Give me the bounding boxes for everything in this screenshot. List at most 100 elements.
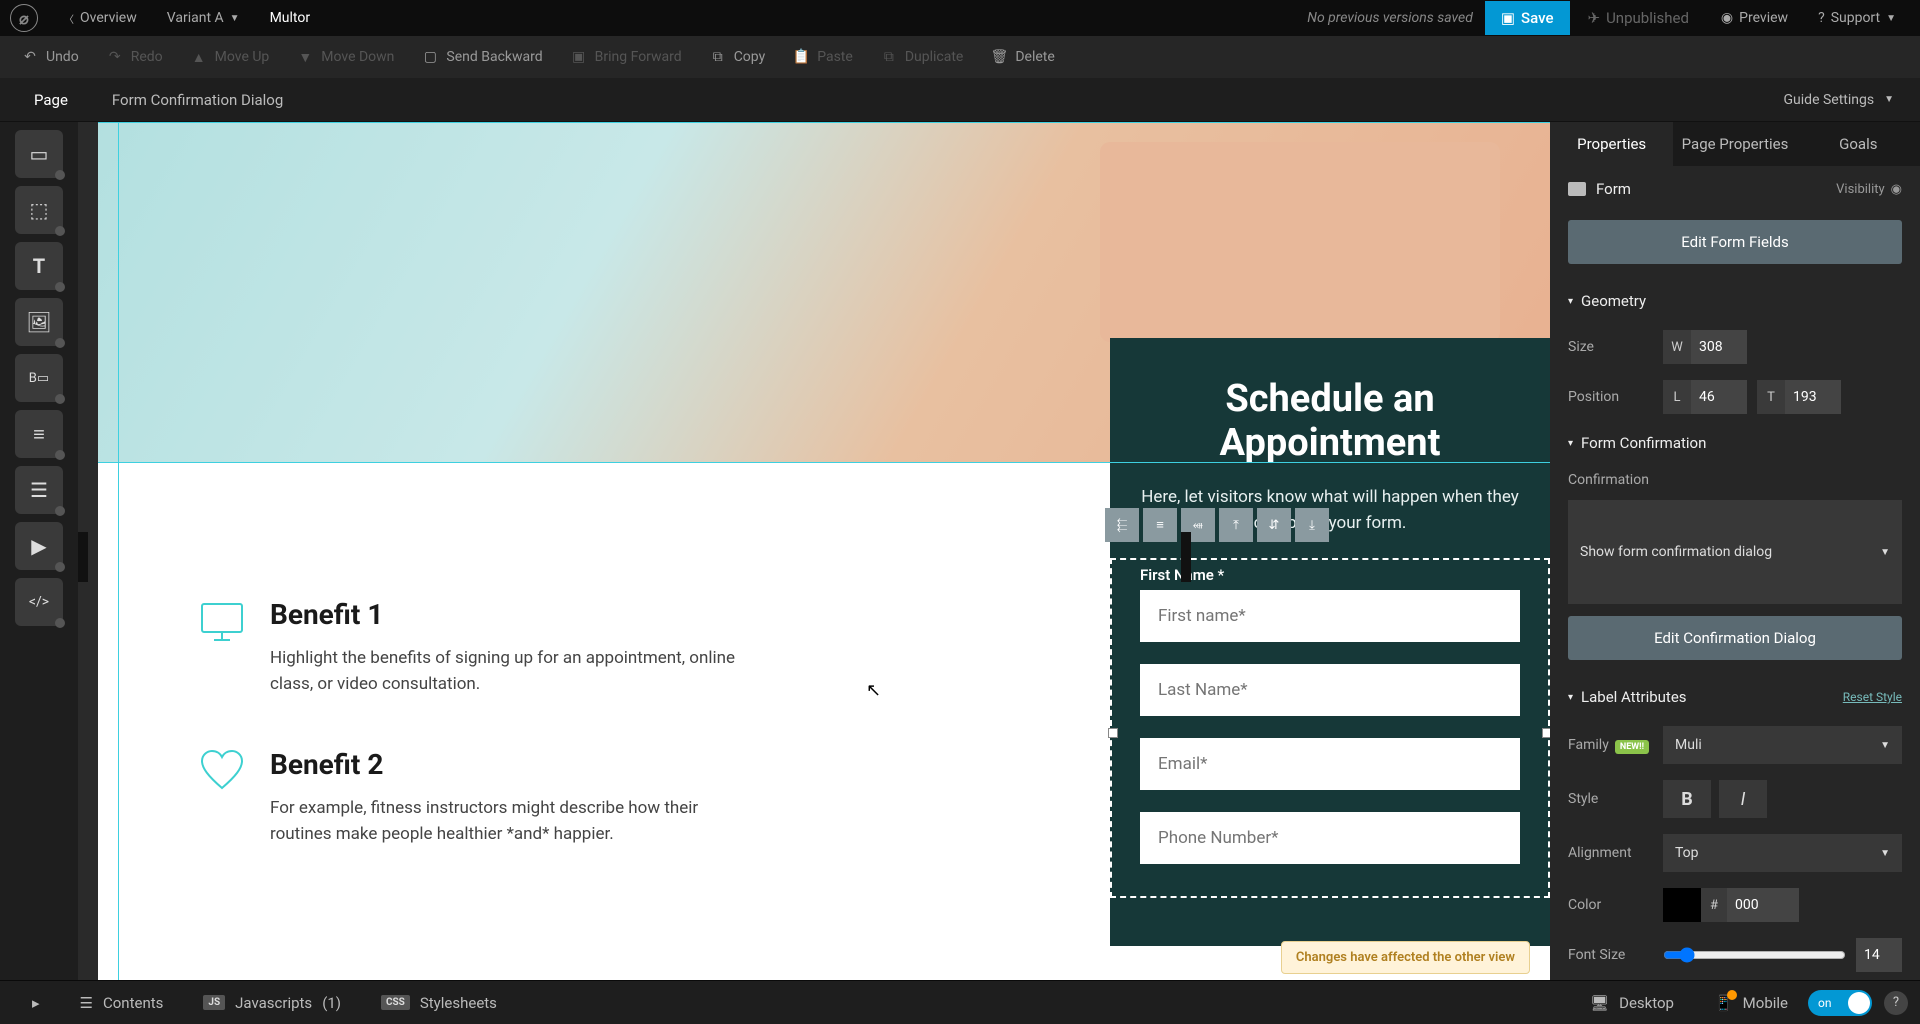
page-canvas[interactable]: Benefit 1 Highlight the benefits of sign… <box>98 122 1550 980</box>
js-badge-icon: JS <box>203 995 225 1010</box>
form-tool[interactable]: ≡ <box>15 410 63 458</box>
backward-icon: ▢ <box>422 49 438 65</box>
javascripts-button[interactable]: JSJavascripts (1) <box>183 986 361 1020</box>
form-element-icon <box>1568 182 1586 196</box>
image-tool[interactable]: 🖼 <box>15 298 63 346</box>
chevron-down-icon: ▼ <box>1886 13 1896 24</box>
move-up-button[interactable]: ▲Move Up <box>177 41 284 73</box>
undo-icon: ↶ <box>22 49 38 65</box>
html-tool[interactable]: </> <box>15 578 63 626</box>
button-tool[interactable]: B▭ <box>15 354 63 402</box>
label-attributes-section[interactable]: ▾Label AttributesReset Style <box>1550 676 1920 718</box>
contents-button[interactable]: ☰Contents <box>60 986 184 1020</box>
canvas-area[interactable]: Benefit 1 Highlight the benefits of sign… <box>78 122 1550 980</box>
toggle-knob <box>1848 992 1870 1014</box>
color-swatch[interactable] <box>1663 888 1701 922</box>
page-tab[interactable]: Page <box>12 81 90 119</box>
cursor-icon: ↖ <box>866 680 881 701</box>
stylesheets-button[interactable]: CSSStylesheets <box>361 986 517 1020</box>
left-edge-handle[interactable] <box>78 532 88 582</box>
top-input[interactable] <box>1785 380 1841 414</box>
content-left: Benefit 1 Highlight the benefits of sign… <box>198 598 738 897</box>
bold-button[interactable]: B <box>1663 780 1711 818</box>
redo-icon: ↷ <box>107 49 123 65</box>
tab-page-properties[interactable]: Page Properties <box>1673 122 1796 166</box>
move-down-button[interactable]: ▼Move Down <box>283 41 408 73</box>
desktop-view-button[interactable]: 🖥Desktop <box>1570 986 1694 1020</box>
italic-button[interactable]: I <box>1719 780 1767 818</box>
hash-prefix: # <box>1701 888 1727 922</box>
confirmation-type-select[interactable]: Show form confirmation dialog▼ <box>1568 500 1902 604</box>
copy-button[interactable]: ⧉Copy <box>696 41 780 73</box>
geometry-section[interactable]: ▾Geometry <box>1550 280 1920 322</box>
visibility-toggle[interactable]: Visibility◉ <box>1836 182 1902 197</box>
right-edge-handle[interactable] <box>1181 532 1191 582</box>
section-tool[interactable]: ▭ <box>15 130 63 178</box>
align-center-h-icon[interactable]: ≡ <box>1143 508 1177 542</box>
preview-button[interactable]: ◉Preview <box>1707 4 1802 32</box>
width-input[interactable] <box>1691 330 1747 364</box>
embed-tool[interactable]: ☰ <box>15 466 63 514</box>
edit-confirmation-dialog-button[interactable]: Edit Confirmation Dialog <box>1568 616 1902 660</box>
mobile-toggle[interactable]: on <box>1808 990 1872 1016</box>
mobile-view-button[interactable]: 📱Mobile <box>1694 986 1808 1020</box>
color-input[interactable] <box>1727 888 1799 922</box>
benefit-2: Benefit 2 For example, fitness instructo… <box>198 748 738 848</box>
left-input[interactable] <box>1691 380 1747 414</box>
alignment-toolbar: ⬱ ≡ ⬵ ⤒ ⇵ ⤓ <box>1105 508 1329 542</box>
overview-button[interactable]: 〈Overview <box>50 4 151 32</box>
save-icon: ▣ <box>1501 9 1515 27</box>
tab-properties[interactable]: Properties <box>1550 122 1673 166</box>
page-name: Multor <box>256 4 325 32</box>
save-button[interactable]: ▣Save <box>1485 1 1570 35</box>
element-type-label: Form <box>1596 180 1631 198</box>
top-bar: ⌀ 〈Overview Variant A▼ Multor No previou… <box>0 0 1920 36</box>
edit-form-fields-button[interactable]: Edit Form Fields <box>1568 220 1902 264</box>
dialog-tab[interactable]: Form Confirmation Dialog <box>90 81 305 119</box>
help-button[interactable]: ? <box>1884 991 1908 1015</box>
publish-button[interactable]: ✈Unpublished <box>1572 9 1705 27</box>
trash-icon: 🗑 <box>991 49 1007 65</box>
position-label: Position <box>1568 389 1653 405</box>
text-tool[interactable]: T <box>15 242 63 290</box>
send-backward-button[interactable]: ▢Send Backward <box>408 41 556 73</box>
reset-style-link[interactable]: Reset Style <box>1843 690 1902 704</box>
alignment-row: Alignment Top▼ <box>1550 826 1920 880</box>
guide-settings-dropdown[interactable]: Guide Settings▼ <box>1784 92 1908 108</box>
eye-icon: ◉ <box>1891 182 1902 197</box>
copy-icon: ⧉ <box>710 49 726 65</box>
expand-button[interactable]: ▸ <box>12 986 60 1020</box>
font-family-select[interactable]: Muli▼ <box>1663 726 1902 764</box>
alignment-select[interactable]: Top▼ <box>1663 834 1902 872</box>
tab-goals[interactable]: Goals <box>1797 122 1920 166</box>
align-bottom-icon[interactable]: ⤓ <box>1295 508 1329 542</box>
publish-icon: ✈ <box>1588 9 1601 27</box>
guide-v <box>118 122 119 980</box>
size-label: Size <box>1568 339 1653 355</box>
support-button[interactable]: ?Support▼ <box>1804 4 1910 32</box>
align-top-icon[interactable]: ⤒ <box>1219 508 1253 542</box>
benefit-2-title: Benefit 2 <box>270 748 738 781</box>
chevron-down-icon: ▾ <box>1568 438 1573 449</box>
variant-dropdown[interactable]: Variant A▼ <box>153 4 254 32</box>
monitor-icon <box>198 598 246 646</box>
bring-forward-button[interactable]: ▣Bring Forward <box>557 41 696 73</box>
fontsize-input[interactable] <box>1856 938 1902 972</box>
app-logo-icon[interactable]: ⌀ <box>10 4 38 32</box>
form-panel[interactable]: ⬱ ≡ ⬵ ⤒ ⇵ ⤓ Schedule an Appointment Here… <box>1110 338 1550 946</box>
duplicate-button[interactable]: ⧉Duplicate <box>867 41 978 73</box>
align-left-icon[interactable]: ⬱ <box>1105 508 1139 542</box>
align-center-v-icon[interactable]: ⇵ <box>1257 508 1291 542</box>
undo-button[interactable]: ↶Undo <box>8 41 93 73</box>
form-confirmation-section[interactable]: ▾Form Confirmation <box>1550 422 1920 464</box>
delete-button[interactable]: 🗑Delete <box>977 41 1068 73</box>
box-tool[interactable]: ⬚ <box>15 186 63 234</box>
guide-h <box>98 122 1550 123</box>
benefit-1-text: Highlight the benefits of signing up for… <box>270 645 738 698</box>
video-tool[interactable]: ▶ <box>15 522 63 570</box>
redo-button[interactable]: ↷Redo <box>93 41 177 73</box>
paste-button[interactable]: 📋Paste <box>779 41 867 73</box>
form-selection-outline[interactable] <box>1110 558 1550 898</box>
family-label: FamilyNEW!! <box>1568 737 1653 753</box>
fontsize-slider[interactable] <box>1663 947 1846 963</box>
